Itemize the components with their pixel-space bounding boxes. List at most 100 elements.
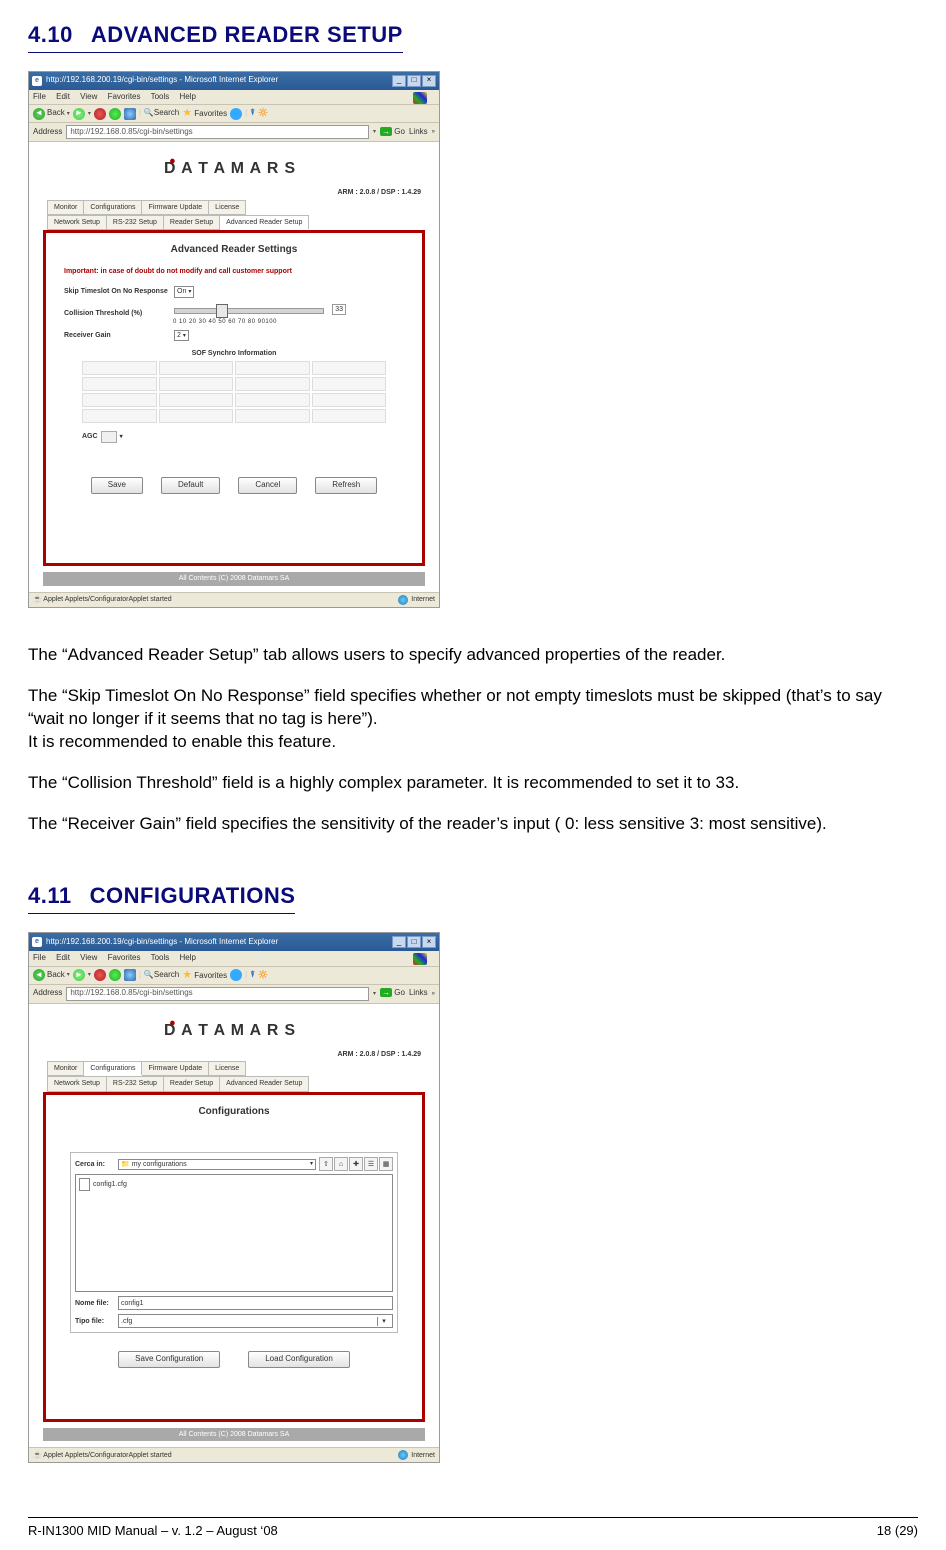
go-button[interactable]: → Go (380, 988, 405, 999)
history-icon[interactable] (230, 969, 242, 981)
tab-network-setup[interactable]: Network Setup (48, 215, 107, 229)
minimize-button[interactable]: _ (392, 936, 406, 948)
firmware-version: ARM : 2.0.8 / DSP : 1.4.29 (35, 188, 433, 199)
forward-button[interactable]: ► (73, 969, 85, 981)
menu-file[interactable]: File (33, 92, 46, 101)
tab-license[interactable]: License (209, 200, 246, 214)
refresh-icon[interactable] (109, 969, 121, 981)
tab-bar: Monitor Configurations Firmware Update L… (35, 1061, 433, 1092)
file-name: config1.cfg (93, 1180, 127, 1189)
paragraph-2b: It is recommended to enable this feature… (28, 731, 918, 754)
menu-edit[interactable]: Edit (56, 92, 70, 101)
status-bar: ☕ Applet Applets/ConfiguratorApplet star… (29, 592, 439, 607)
menubar: File Edit View Favorites Tools Help (29, 951, 439, 967)
look-in-dropdown[interactable]: 📁my configurations ▾ (118, 1159, 316, 1170)
history-icon[interactable] (230, 108, 242, 120)
window-titlebar: e http://192.168.200.19/cgi-bin/settings… (29, 933, 439, 951)
tab-advanced-reader-setup[interactable]: Advanced Reader Setup (220, 215, 309, 229)
tab-network-setup[interactable]: Network Setup (48, 1077, 107, 1091)
menu-tools[interactable]: Tools (151, 953, 170, 962)
app-footer: All Contents (C) 2008 Datamars SA (43, 1428, 425, 1441)
go-button[interactable]: → Go (380, 127, 405, 138)
slider-collision-threshold[interactable]: 33 (174, 304, 324, 318)
zone-label: Internet (411, 1451, 435, 1460)
back-button[interactable]: ◄Back▾ (33, 108, 70, 120)
tab-reader-setup[interactable]: Reader Setup (163, 1077, 219, 1091)
back-button[interactable]: ◄Back▾ (33, 969, 70, 981)
links-label[interactable]: Links (409, 127, 428, 138)
select-skip-timeslot[interactable]: On▾ (174, 286, 194, 297)
bluetooth-icon[interactable]: ⍒ (250, 108, 255, 119)
search-button[interactable]: 🔍Search (144, 970, 179, 981)
list-view-icon[interactable]: ☰ (364, 1157, 378, 1171)
tab-rs232-setup[interactable]: RS-232 Setup (106, 215, 163, 229)
save-button[interactable]: Save (91, 477, 143, 494)
home-icon[interactable] (124, 969, 136, 981)
close-button[interactable]: × (422, 936, 436, 948)
file-list[interactable]: config1.cfg (75, 1174, 393, 1292)
list-item[interactable]: config1.cfg (79, 1178, 389, 1191)
address-input[interactable]: http://192.168.0.85/cgi-bin/settings (66, 125, 369, 139)
load-configuration-button[interactable]: Load Configuration (248, 1351, 350, 1368)
windows-logo-icon (413, 953, 427, 965)
bluetooth-icon[interactable]: ⍒ (250, 970, 255, 981)
menu-favorites[interactable]: Favorites (108, 953, 141, 962)
svg-text:D A T A M A R S: D A T A M A R S (164, 1022, 296, 1039)
home-folder-icon[interactable]: ⌂ (334, 1157, 348, 1171)
address-bar: Address http://192.168.0.85/cgi-bin/sett… (29, 123, 439, 142)
address-bar: Address http://192.168.0.85/cgi-bin/sett… (29, 985, 439, 1004)
menu-edit[interactable]: Edit (56, 953, 70, 962)
home-icon[interactable] (124, 108, 136, 120)
search-button[interactable]: 🔍Search (144, 108, 179, 119)
minimize-button[interactable]: _ (392, 75, 406, 87)
menu-favorites[interactable]: Favorites (108, 92, 141, 101)
window-title: http://192.168.200.19/cgi-bin/settings -… (46, 75, 392, 86)
tab-rs232-setup[interactable]: RS-232 Setup (106, 1077, 163, 1091)
maximize-button[interactable]: □ (407, 936, 421, 948)
paragraph-4: The “Receiver Gain” field specifies the … (28, 813, 918, 836)
tab-configurations[interactable]: Configurations (84, 1061, 142, 1075)
save-configuration-button[interactable]: Save Configuration (118, 1351, 220, 1368)
tab-monitor[interactable]: Monitor (48, 200, 84, 214)
tab-monitor[interactable]: Monitor (48, 1061, 84, 1075)
forward-button[interactable]: ► (73, 108, 85, 120)
menu-help[interactable]: Help (180, 953, 196, 962)
menu-file[interactable]: File (33, 953, 46, 962)
stop-icon[interactable] (94, 969, 106, 981)
filetype-select[interactable]: .cfg▾ (118, 1314, 393, 1328)
status-text: ☕ Applet Applets/ConfiguratorApplet star… (33, 1451, 172, 1460)
menu-view[interactable]: View (80, 92, 97, 101)
screenshot-configurations: e http://192.168.200.19/cgi-bin/settings… (28, 932, 440, 1463)
globe-icon (398, 595, 408, 605)
tab-advanced-reader-setup[interactable]: Advanced Reader Setup (220, 1077, 309, 1091)
tab-configurations[interactable]: Configurations (84, 200, 142, 214)
favorites-button[interactable]: ★Favorites (182, 969, 227, 982)
refresh-button[interactable]: Refresh (315, 477, 377, 494)
stop-icon[interactable] (94, 108, 106, 120)
menu-view[interactable]: View (80, 953, 97, 962)
tab-firmware-update[interactable]: Firmware Update (142, 200, 209, 214)
up-folder-icon[interactable]: ⇧ (319, 1157, 333, 1171)
close-button[interactable]: × (422, 75, 436, 87)
refresh-icon[interactable] (109, 108, 121, 120)
filename-input[interactable]: config1 (118, 1296, 393, 1310)
default-button[interactable]: Default (161, 477, 220, 494)
toolbar-extra-icon[interactable]: 🔆 (258, 970, 268, 981)
menu-help[interactable]: Help (180, 92, 196, 101)
toolbar-extra-icon[interactable]: 🔆 (258, 108, 268, 119)
globe-icon (398, 1450, 408, 1460)
tab-license[interactable]: License (209, 1061, 246, 1075)
footer-left: R-IN1300 MID Manual – v. 1.2 – August ‘0… (28, 1522, 278, 1540)
tab-reader-setup[interactable]: Reader Setup (163, 215, 219, 229)
address-input[interactable]: http://192.168.0.85/cgi-bin/settings (66, 987, 369, 1001)
cancel-button[interactable]: Cancel (238, 477, 297, 494)
new-folder-icon[interactable]: ✚ (349, 1157, 363, 1171)
menu-tools[interactable]: Tools (151, 92, 170, 101)
tab-firmware-update[interactable]: Firmware Update (142, 1061, 209, 1075)
links-label[interactable]: Links (409, 988, 428, 999)
detail-view-icon[interactable]: ▦ (379, 1157, 393, 1171)
favorites-button[interactable]: ★Favorites (182, 107, 227, 120)
firmware-version: ARM : 2.0.8 / DSP : 1.4.29 (35, 1050, 433, 1061)
maximize-button[interactable]: □ (407, 75, 421, 87)
select-receiver-gain[interactable]: 2▾ (174, 330, 189, 341)
